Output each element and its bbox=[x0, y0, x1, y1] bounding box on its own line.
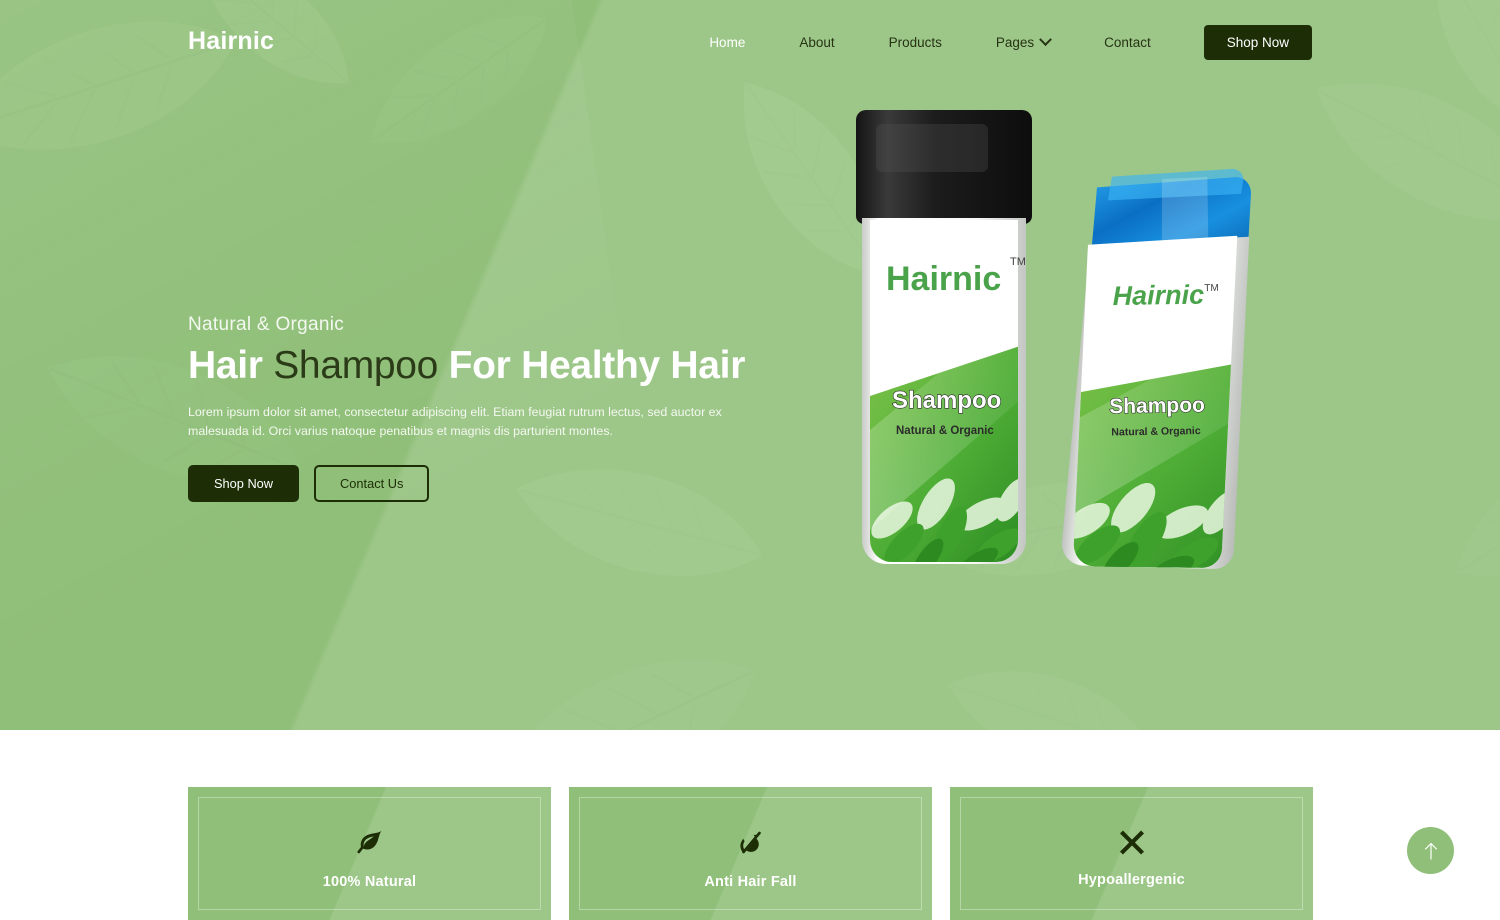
nav-item-pages[interactable]: Pages bbox=[969, 29, 1077, 56]
feature-card-hypoallergenic-label: Hypoallergenic bbox=[1078, 872, 1185, 888]
leaf-icon bbox=[353, 826, 387, 860]
hero-headline-part1: Hair bbox=[188, 344, 263, 387]
hero-contact-us-button[interactable]: Contact Us bbox=[314, 465, 430, 503]
nav-item-about[interactable]: About bbox=[772, 29, 861, 56]
hero-headline-part2: Shampoo bbox=[273, 344, 439, 387]
bottle-back-tagline-text: Natural & Organic bbox=[1111, 425, 1201, 439]
hero-section: Hairnic Home About Products Pages Contac… bbox=[0, 0, 1500, 730]
bottle-back-product-text: Shampoo bbox=[1109, 394, 1205, 419]
bottle-front-product-text: Shampoo bbox=[892, 387, 1001, 414]
bottle-back-trademark-text: TM bbox=[1204, 283, 1219, 294]
hero-headline-part3: For Healthy Hair bbox=[448, 344, 746, 387]
chevron-down-icon bbox=[1039, 32, 1053, 46]
cross-icon bbox=[1116, 826, 1148, 858]
bottle-front-trademark-text: TM bbox=[1010, 256, 1026, 268]
nav-item-contact-label: Contact bbox=[1104, 34, 1151, 50]
scroll-to-top-button[interactable] bbox=[1407, 827, 1454, 874]
product-bottles-image: Hairnic TM Shampoo Natural & Organic Hai… bbox=[840, 100, 1260, 690]
bottle-front-brand-text: Hairnic bbox=[886, 260, 1001, 298]
no-hair-fall-icon bbox=[734, 826, 768, 860]
nav-item-contact[interactable]: Contact bbox=[1077, 29, 1178, 56]
nav-item-pages-label: Pages bbox=[995, 34, 1035, 50]
nav-shop-now-button[interactable]: Shop Now bbox=[1203, 24, 1312, 60]
feature-card-antihairfall[interactable]: Anti Hair Fall bbox=[569, 787, 932, 920]
features-section: 100% Natural Anti Hair Fall Hypoallergen… bbox=[188, 787, 1313, 920]
bottle-back: Hairnic TM Shampoo Natural & Organic bbox=[1060, 168, 1251, 578]
hero-description: Lorem ipsum dolor sit amet, consectetur … bbox=[188, 405, 722, 439]
hero-headline: Hair Shampoo For Healthy Hair bbox=[188, 343, 758, 389]
bottle-back-brand-text: Hairnic bbox=[1112, 280, 1204, 312]
nav-links-group: Home About Products Pages Contact Shop N… bbox=[682, 24, 1312, 60]
hero-content: Natural & Organic Hair Shampoo For Healt… bbox=[188, 314, 758, 503]
feature-card-natural-label: 100% Natural bbox=[322, 874, 417, 890]
brand-logo[interactable]: Hairnic bbox=[188, 27, 274, 56]
hero-button-group: Shop Now Contact Us bbox=[188, 465, 758, 503]
nav-item-products[interactable]: Products bbox=[862, 29, 969, 56]
nav-item-home-label: Home bbox=[709, 34, 746, 50]
feature-card-hypoallergenic-inner: Hypoallergenic bbox=[960, 797, 1303, 910]
feature-card-antihairfall-inner: Anti Hair Fall bbox=[579, 797, 922, 910]
bottle-front: Hairnic TM Shampoo Natural & Organic bbox=[856, 110, 1032, 564]
feature-card-natural-inner: 100% Natural bbox=[198, 797, 541, 910]
hero-shop-now-button[interactable]: Shop Now bbox=[188, 465, 300, 503]
main-navigation: Hairnic Home About Products Pages Contac… bbox=[0, 0, 1500, 84]
arrow-up-icon bbox=[1423, 842, 1439, 860]
feature-card-natural[interactable]: 100% Natural bbox=[188, 787, 551, 920]
hero-eyebrow: Natural & Organic bbox=[188, 314, 345, 335]
bottle-front-tagline-text: Natural & Organic bbox=[896, 425, 994, 437]
nav-item-about-label: About bbox=[799, 34, 835, 50]
nav-item-home[interactable]: Home bbox=[682, 29, 772, 56]
feature-card-antihairfall-label: Anti Hair Fall bbox=[704, 874, 797, 890]
feature-card-hypoallergenic[interactable]: Hypoallergenic bbox=[950, 787, 1313, 920]
nav-item-products-label: Products bbox=[888, 34, 942, 50]
